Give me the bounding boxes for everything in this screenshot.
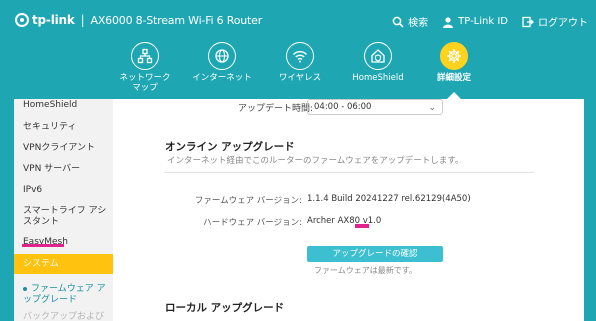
sidebar-item-label: VPNクライアント xyxy=(23,143,95,153)
nav-wireless-label: ワイヤレス xyxy=(278,73,322,83)
sidebar-item-vpn-client[interactable]: VPNクライアント xyxy=(14,143,113,154)
logout-icon xyxy=(522,16,534,27)
home-shield-icon xyxy=(371,49,385,63)
easymesh-highlight-marker xyxy=(22,244,64,247)
sidebar-item-smart-life-assistant[interactable]: スマートライフ アシスタント xyxy=(14,206,113,228)
sidebar-item-label: ファームウェア アップグレード xyxy=(23,284,106,305)
sidebar-item-ipv6[interactable]: IPv6 xyxy=(14,185,113,196)
main-nav: ネットワーク マップ インターネット ワイヤレス HomeShield 詳細設定 xyxy=(0,42,596,98)
search-button[interactable]: 検索 xyxy=(392,14,428,29)
firmware-version-value: 1.1.4 Build 20241227 rel.62129(4A50) xyxy=(307,194,471,204)
user-icon xyxy=(443,16,454,28)
tp-link-logo-icon xyxy=(15,13,29,27)
sidebar-item-system[interactable]: システム xyxy=(14,254,113,274)
sidebar-item-vpn-server[interactable]: VPN サーバー xyxy=(14,164,113,175)
active-nav-pointer xyxy=(447,92,461,99)
main-panel: アップデート時間: 04:00 - 06:00 ⌄ オンライン アップグレード … xyxy=(113,99,584,321)
nav-advanced-label: 詳細設定 xyxy=(436,73,471,83)
check-upgrade-button[interactable]: アップグレードの確認 xyxy=(307,246,443,262)
sidebar-subitem-backup[interactable]: バックアップおよび xyxy=(14,312,113,321)
active-bullet-icon xyxy=(23,286,27,291)
search-label: 検索 xyxy=(408,18,429,29)
hardware-version-label: ハードウェア バージョン: xyxy=(203,218,302,228)
nav-network-map[interactable]: ネットワーク マップ xyxy=(105,42,185,93)
sidebar-item-label: HomeShield xyxy=(23,100,78,110)
nav-network-map-circle xyxy=(131,42,159,70)
tp-link-id-button[interactable]: TP-Link ID xyxy=(442,16,508,28)
nav-homeshield-label: HomeShield xyxy=(352,73,404,83)
update-time-label: アップデート時間: xyxy=(238,104,314,114)
sidebar-item-label: システム xyxy=(23,259,59,269)
nav-internet[interactable]: インターネット xyxy=(182,42,262,83)
sidebar-item-label: VPN サーバー xyxy=(23,164,81,174)
logout-button[interactable]: ログアウト xyxy=(522,14,588,29)
sidebar-item-security[interactable]: セキュリティ xyxy=(14,122,113,133)
update-time-value: 04:00 - 06:00 xyxy=(314,102,372,112)
chevron-down-icon: ⌄ xyxy=(428,103,436,113)
search-icon xyxy=(392,16,404,28)
sidebar-item-homeshield[interactable]: HomeShield xyxy=(14,100,113,111)
nav-wireless-circle xyxy=(286,42,314,70)
nav-internet-circle xyxy=(208,42,236,70)
sidebar-item-label: IPv6 xyxy=(23,185,43,195)
sidebar-subitem-firmware-upgrade[interactable]: ファームウェア アップグレード xyxy=(14,284,113,306)
online-upgrade-title: オンライン アップグレード xyxy=(165,141,295,153)
firmware-version-label: ファームウェア バージョン: xyxy=(194,196,302,206)
hardware-version-value: Archer AX80 v1.0 xyxy=(307,216,382,226)
tp-link-id-label: TP-Link ID xyxy=(458,16,508,27)
network-map-icon xyxy=(137,48,153,64)
globe-icon xyxy=(215,49,229,63)
sidebar-item-label: スマートライフ アシスタント xyxy=(23,206,107,227)
nav-homeshield[interactable]: HomeShield xyxy=(338,42,418,83)
nav-advanced-circle xyxy=(440,42,468,70)
nav-internet-label: インターネット xyxy=(192,73,252,83)
nav-wireless[interactable]: ワイヤレス xyxy=(260,42,340,83)
tp-link-logo[interactable]: tp-link | AX6000 8-Stream Wi-Fi 6 Router xyxy=(15,13,262,27)
online-upgrade-description: インターネット経由でこのルーターのファームウェアをアップデートします。 xyxy=(164,154,534,173)
sidebar-item-label: セキュリティ xyxy=(23,122,77,132)
nav-network-map-label: ネットワーク マップ xyxy=(119,73,171,93)
online-upgrade-description-text: インターネット経由でこのルーターのファームウェアをアップデートします。 xyxy=(167,156,464,166)
wifi-icon xyxy=(292,51,308,63)
router-model: AX6000 8-Stream Wi-Fi 6 Router xyxy=(90,13,263,27)
firmware-latest-hint: ファームウェアは最新です。 xyxy=(314,266,417,275)
nav-advanced[interactable]: 詳細設定 xyxy=(414,42,494,83)
sidebar-item-label: バックアップおよび xyxy=(23,312,105,321)
header-actions: 検索 TP-Link ID ログアウト xyxy=(392,14,588,29)
top-bar: tp-link | AX6000 8-Stream Wi-Fi 6 Router… xyxy=(0,0,596,44)
brand-separator: | xyxy=(80,13,85,27)
brand-name: tp-link xyxy=(32,13,75,27)
local-upgrade-title: ローカル アップグレード xyxy=(165,302,285,314)
nav-homeshield-circle xyxy=(364,42,392,70)
update-time-select[interactable]: 04:00 - 06:00 ⌄ xyxy=(307,99,443,115)
gear-icon xyxy=(447,49,461,63)
sidebar: HomeShield セキュリティ VPNクライアント VPN サーバー IPv… xyxy=(14,99,113,321)
logout-label: ログアウト xyxy=(538,18,588,29)
hardware-version-highlight-marker xyxy=(355,224,369,228)
